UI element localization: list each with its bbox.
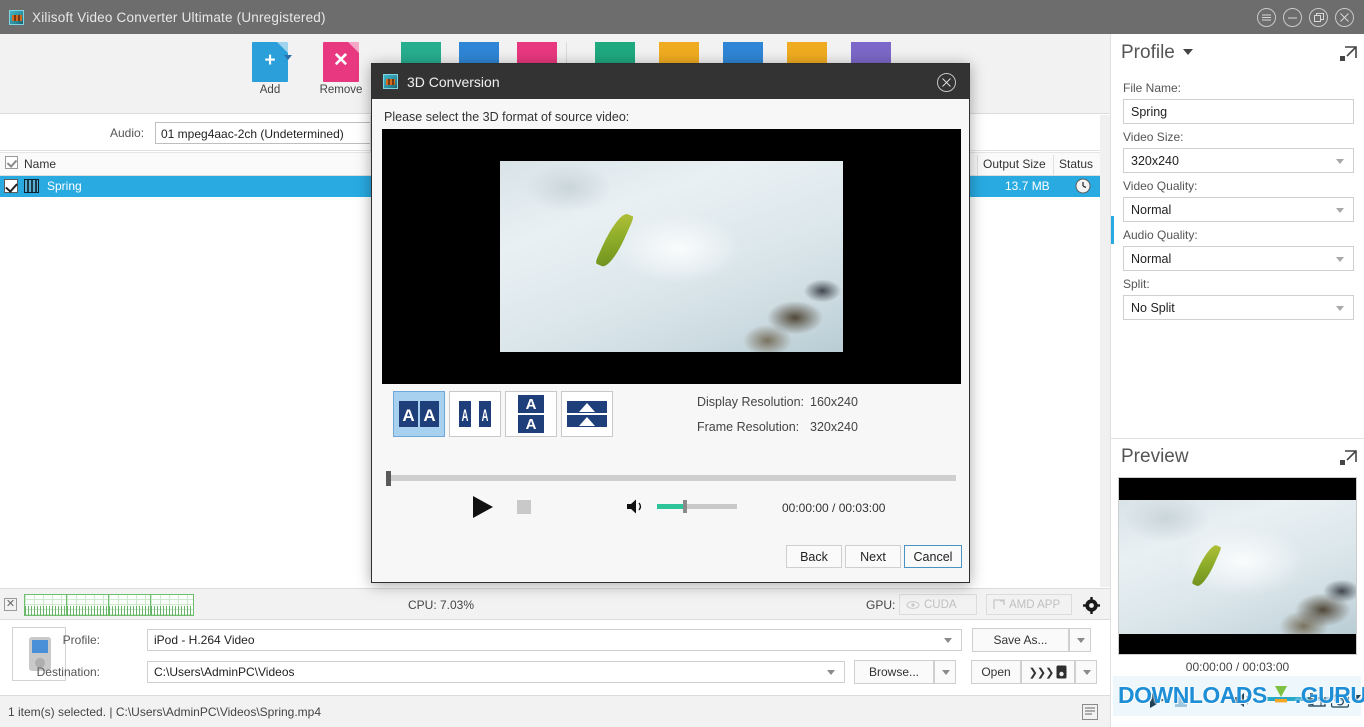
anaglyph-format[interactable] — [561, 391, 613, 437]
back-button[interactable]: Back — [786, 545, 842, 568]
back-label: Back — [800, 549, 828, 564]
dialog-seek-slider[interactable] — [386, 471, 956, 486]
svg-text:A: A — [482, 406, 489, 425]
top-bottom-format[interactable]: A A — [505, 391, 557, 437]
dialog-volume-button[interactable] — [627, 498, 645, 515]
anaglyph-icon — [567, 401, 607, 427]
dialog-volume-slider[interactable] — [657, 500, 737, 513]
display-resolution-row: Display Resolution: 160x240 — [697, 395, 858, 409]
next-label: Next — [860, 549, 886, 564]
cancel-label: Cancel — [913, 549, 953, 564]
dialog-stop-button[interactable] — [517, 500, 531, 514]
frame-resolution-row: Frame Resolution: 320x240 — [697, 420, 858, 434]
cancel-button[interactable]: Cancel — [904, 545, 962, 568]
dialog-video-preview[interactable] — [382, 129, 961, 384]
side-by-side-format[interactable]: A A — [393, 391, 445, 437]
dialog-prompt: Please select the 3D format of source vi… — [384, 110, 630, 124]
app-film-icon — [383, 74, 398, 89]
svg-text:A: A — [423, 406, 435, 425]
svg-text:A: A — [462, 406, 469, 425]
display-resolution-label: Display Resolution: — [697, 395, 804, 409]
frame-resolution-value: 320x240 — [810, 420, 858, 434]
dialog-title: 3D Conversion — [407, 73, 500, 90]
display-resolution-value: 160x240 — [810, 395, 858, 409]
modal-overlay: 3D Conversion Please select the 3D forma… — [0, 0, 1364, 727]
3d-conversion-dialog: 3D Conversion Please select the 3D forma… — [371, 63, 970, 583]
dialog-play-button[interactable] — [472, 495, 494, 519]
dialog-title-bar: 3D Conversion — [372, 64, 969, 99]
svg-text:A: A — [402, 406, 414, 425]
svg-text:A: A — [526, 416, 537, 433]
frame-resolution-label: Frame Resolution: — [697, 420, 800, 434]
dialog-time: 00:00:00 / 00:03:00 — [782, 501, 886, 515]
svg-text:A: A — [526, 396, 537, 413]
top-bottom-icon: A A — [518, 395, 544, 433]
side-by-side-icon: A A — [399, 401, 439, 427]
side-by-side-half-icon: A A — [459, 401, 491, 427]
side-by-side-half-format[interactable]: A A — [449, 391, 501, 437]
next-button[interactable]: Next — [845, 545, 901, 568]
dialog-close-button[interactable] — [937, 73, 956, 92]
